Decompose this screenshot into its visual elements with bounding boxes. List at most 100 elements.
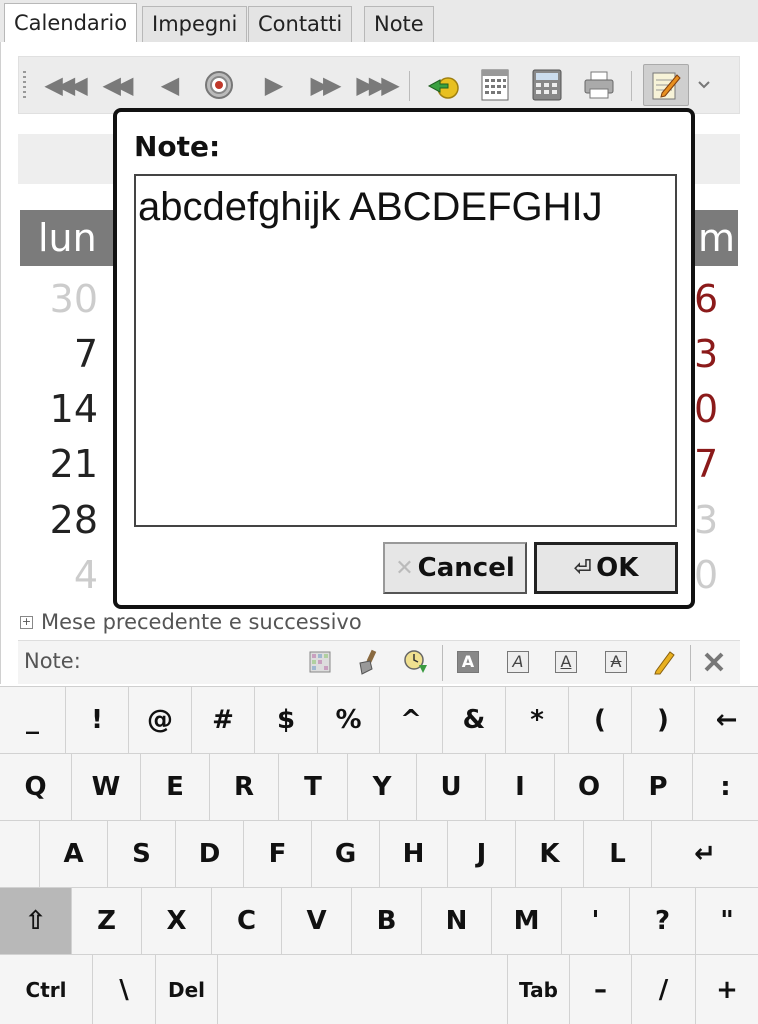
key[interactable]: W [72, 754, 141, 821]
key[interactable]: ) [632, 687, 695, 754]
key[interactable]: L [584, 821, 652, 888]
key[interactable]: A [40, 821, 108, 888]
calendar-day[interactable]: 0 [694, 386, 718, 432]
brush-icon[interactable] [354, 648, 382, 676]
key[interactable]: ( [569, 687, 632, 754]
key[interactable]: X [142, 888, 212, 955]
key[interactable]: O [555, 754, 624, 821]
print-icon[interactable] [579, 65, 619, 105]
key[interactable]: Z [72, 888, 142, 955]
rewind-year-icon[interactable]: ◀◀◀ [43, 65, 87, 105]
calendar-day[interactable]: 28 [50, 497, 98, 543]
calendar-day[interactable]: 3 [694, 497, 718, 543]
key[interactable]: ' [562, 888, 630, 955]
key[interactable]: + [696, 955, 758, 1024]
expand-plus-icon[interactable]: + [20, 615, 33, 629]
key[interactable]: & [443, 687, 506, 754]
tab-note[interactable]: Note [364, 6, 434, 42]
key[interactable]: B [352, 888, 422, 955]
tab-calendario[interactable]: Calendario [4, 3, 138, 43]
delete-key[interactable]: Del [156, 955, 218, 1024]
key[interactable]: J [448, 821, 516, 888]
key[interactable]: " [696, 888, 758, 955]
note-text-area[interactable]: abcdefghijk ABCDEFGHIJ [134, 174, 677, 527]
tab-contatti[interactable]: Contatti [248, 6, 353, 42]
key[interactable]: N [422, 888, 492, 955]
key[interactable]: ! [66, 687, 129, 754]
rewind-month-icon[interactable]: ◀◀ [95, 65, 135, 105]
bold-a-icon[interactable]: A [454, 648, 482, 676]
calendar-day[interactable]: 21 [50, 441, 98, 487]
key[interactable]: / [632, 955, 696, 1024]
key[interactable]: I [486, 754, 555, 821]
key[interactable]: $ [255, 687, 318, 754]
key[interactable]: G [312, 821, 380, 888]
enter-key[interactable]: ↵ [652, 821, 758, 888]
underline-a-icon[interactable]: A [552, 648, 580, 676]
backspace-key[interactable]: ← [695, 687, 758, 754]
next-day-icon[interactable]: ▶ [251, 65, 291, 105]
notes-edit-icon[interactable] [643, 64, 689, 106]
tab-impegni[interactable]: Impegni [142, 6, 248, 42]
key[interactable]: H [380, 821, 448, 888]
space-key[interactable] [218, 955, 508, 1024]
clock-down-icon[interactable] [402, 648, 430, 676]
key[interactable]: – [570, 955, 632, 1024]
ok-button[interactable]: ⏎ OK [534, 542, 678, 594]
tab-key[interactable]: Tab [508, 955, 570, 1024]
ctrl-key[interactable]: Ctrl [0, 955, 93, 1024]
previous-day-icon[interactable]: ◀ [147, 65, 187, 105]
forward-month-icon[interactable]: ▶▶ [303, 65, 343, 105]
pencil-icon[interactable] [650, 648, 678, 676]
key[interactable]: R [210, 754, 279, 821]
key[interactable]: V [282, 888, 352, 955]
key[interactable]: # [192, 687, 255, 754]
keyboard-row-symbols: _ ! @ # $ % ^ & * ( ) ← [0, 687, 758, 754]
delete-x-icon[interactable] [700, 648, 728, 676]
calendar-day[interactable]: 4 [74, 552, 98, 598]
key[interactable]: * [506, 687, 569, 754]
dialog-title: Note: [134, 130, 221, 163]
key[interactable]: D [176, 821, 244, 888]
today-target-icon[interactable] [199, 65, 239, 105]
key[interactable]: M [492, 888, 562, 955]
cancel-button[interactable]: ✕ Cancel [383, 542, 527, 594]
color-grid-icon[interactable] [306, 648, 334, 676]
calendar-day[interactable]: 7 [694, 441, 718, 487]
key[interactable]: P [624, 754, 693, 821]
key[interactable]: K [516, 821, 584, 888]
strike-a-icon[interactable]: A [602, 648, 630, 676]
calendar-day[interactable]: 0 [694, 552, 718, 598]
key[interactable]: T [279, 754, 348, 821]
year-calendar-icon[interactable] [475, 65, 515, 105]
key[interactable]: C [212, 888, 282, 955]
calendar-day[interactable]: 30 [50, 276, 98, 322]
adjacent-months-expander[interactable]: + Mese precedente e successivo [20, 610, 362, 634]
calendar-day[interactable]: 3 [694, 331, 718, 377]
calendar-day[interactable]: 14 [50, 386, 98, 432]
key[interactable]: U [417, 754, 486, 821]
italic-a-icon[interactable]: A [504, 648, 532, 676]
calendar-day[interactable]: 7 [74, 331, 98, 377]
key[interactable]: E [141, 754, 210, 821]
keyboard-row-qwerty: Q W E R T Y U I O P : [0, 754, 758, 821]
calculator-icon[interactable] [527, 65, 567, 105]
goto-date-icon[interactable] [423, 65, 463, 105]
key[interactable]: ^ [380, 687, 443, 754]
key[interactable]: Y [348, 754, 417, 821]
toolbar-grip[interactable] [23, 71, 26, 101]
key[interactable]: ? [630, 888, 696, 955]
calendar-day[interactable]: 6 [694, 276, 718, 322]
toolbar-separator [631, 71, 632, 101]
forward-year-icon[interactable]: ▶▶▶ [355, 65, 399, 105]
chevron-down-icon[interactable] [693, 65, 715, 105]
key[interactable]: % [318, 687, 380, 754]
key[interactable]: \ [93, 955, 156, 1024]
key[interactable]: S [108, 821, 176, 888]
key[interactable]: : [693, 754, 758, 821]
key[interactable]: Q [0, 754, 72, 821]
key[interactable]: @ [129, 687, 192, 754]
key[interactable]: F [244, 821, 312, 888]
shift-key[interactable]: ⇧ [0, 888, 72, 955]
key[interactable]: _ [0, 687, 66, 754]
